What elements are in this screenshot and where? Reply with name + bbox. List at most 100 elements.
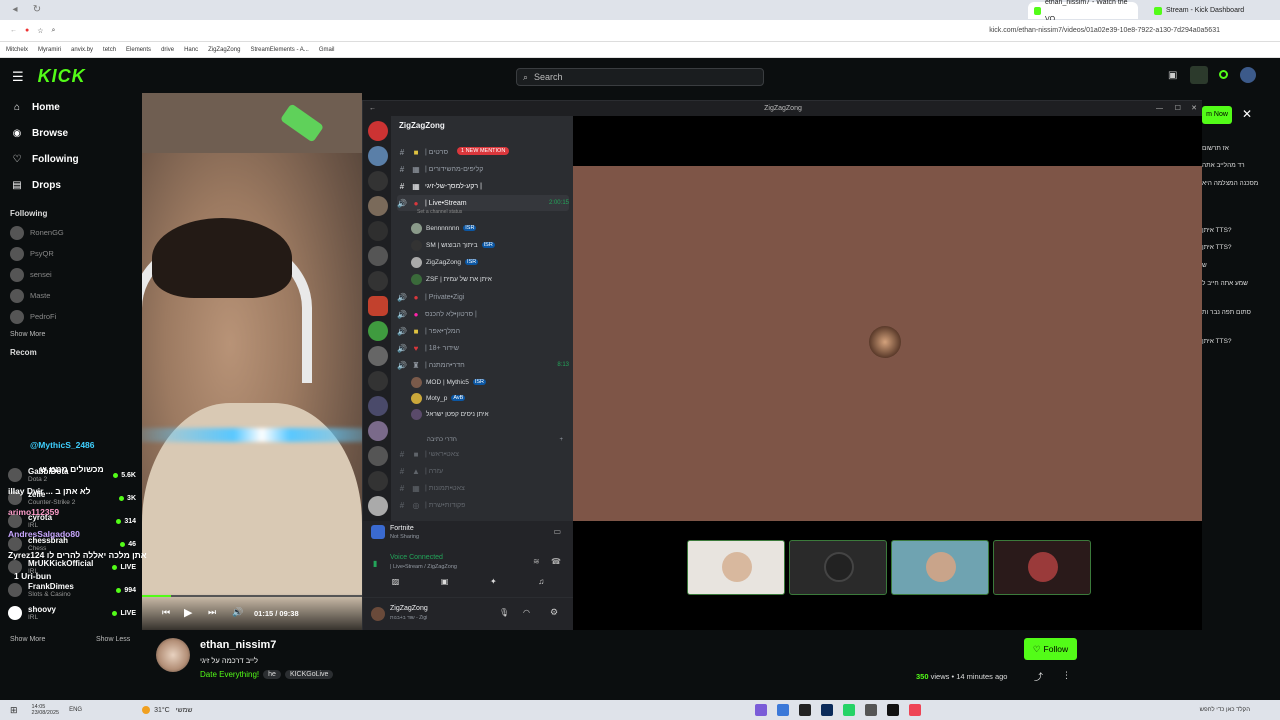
show-less-button[interactable]: Show Less (96, 636, 130, 643)
gift-icon[interactable]: ▣ (1168, 70, 1177, 81)
server-icon[interactable] (368, 496, 388, 516)
channel-item[interactable]: # ◎ | פקודות•שרת (397, 497, 569, 513)
minimize-icon[interactable]: — (1156, 101, 1163, 116)
browser-tab-active[interactable]: ethan_nissim7 - Watch the VO... (1028, 0, 1138, 23)
screen-share-icon[interactable]: ▣ (441, 577, 449, 591)
server-icon[interactable] (368, 271, 388, 291)
kick-logo[interactable]: KICK (38, 66, 86, 87)
weather-temp[interactable]: 31°C (154, 707, 170, 714)
app-icon[interactable] (886, 704, 899, 716)
app-icon[interactable] (820, 704, 833, 716)
participant-tile[interactable] (789, 540, 887, 595)
participant-tile[interactable] (687, 540, 785, 595)
app-icon[interactable] (864, 704, 877, 716)
menu-icon[interactable]: ☰ (12, 69, 24, 85)
voice-user[interactable]: SM | ביתוך הבוצוש ISR (411, 237, 495, 253)
noise-icon[interactable]: ≋ (533, 557, 540, 566)
bookmark[interactable]: Gmail (319, 47, 335, 53)
channel-item[interactable]: # ▦ | צאט•תמונות (397, 480, 569, 496)
channel-item[interactable]: # ▦ רקע-למסך-של-זיגי | (397, 178, 569, 194)
reload-icon[interactable]: ↻ (30, 3, 44, 17)
close-icon[interactable]: ✕ (1242, 107, 1252, 121)
app-icon[interactable] (908, 704, 921, 716)
bookmark[interactable]: tetch (103, 47, 116, 53)
server-icon[interactable] (368, 221, 388, 241)
follow-button[interactable]: ♡ Follow (1024, 638, 1077, 660)
search-input[interactable]: ⌕ Search (516, 68, 764, 86)
dashboard-icon[interactable] (1190, 66, 1208, 84)
back-arrow-icon[interactable]: ← (369, 101, 376, 116)
share-icon[interactable]: ⤴ (1034, 670, 1043, 683)
disconnect-icon[interactable]: ☎ (551, 557, 561, 566)
channel-item[interactable]: # ▦ | קליפים-מהשידורים (397, 161, 569, 177)
add-channel-icon[interactable]: + (559, 437, 563, 443)
channel-item[interactable]: 🔊 ● סרטון•לא להכנס | (397, 306, 569, 322)
server-icon[interactable] (368, 446, 388, 466)
server-name[interactable]: ZigZagZong (399, 121, 445, 130)
progress-track[interactable] (142, 595, 362, 597)
show-more-button[interactable]: Show More (10, 636, 45, 643)
headphones-icon[interactable]: ◠ (523, 608, 530, 617)
following-item[interactable]: RonenGG (0, 222, 142, 243)
server-icon[interactable] (368, 346, 388, 366)
nav-home[interactable]: ⌂ Home (0, 94, 142, 120)
bookmark[interactable]: Myramiri (38, 47, 61, 53)
bookmark[interactable]: ZigZagZong (208, 47, 240, 53)
speaker-avatar[interactable] (869, 326, 901, 358)
channel-item[interactable]: 🔊 ♜ | חדר•המתנה 8:13 (397, 357, 569, 373)
channel-item[interactable]: zelie Counter-Strike 2 3K (8, 488, 136, 508)
following-item[interactable]: PsyQR (0, 243, 142, 264)
bookmark[interactable]: Mitchelx (6, 47, 28, 53)
app-icon[interactable] (842, 704, 855, 716)
channel-item[interactable]: 🔊 ♥ | 18+ שידור (397, 340, 569, 356)
server-icon[interactable] (368, 246, 388, 266)
voice-user[interactable]: Moty_p AvB (411, 390, 466, 406)
screen-share-icon[interactable]: ▭ (553, 527, 561, 536)
star-icon[interactable]: ☆ (37, 27, 43, 35)
bookmark[interactable]: Elements (126, 47, 151, 53)
channel-item[interactable]: GabbiDota Dota 2 5.6K (8, 465, 136, 485)
following-item[interactable]: Maste (0, 285, 142, 306)
discord-username[interactable]: ZigZagZong (390, 605, 428, 612)
participant-tile[interactable] (993, 540, 1091, 595)
channel-item[interactable]: # ■ | צאט•ראשי (397, 446, 569, 462)
tag-chip[interactable]: he (263, 670, 281, 679)
nav-drops[interactable]: ▤ Drops (0, 172, 142, 198)
server-icon[interactable] (368, 146, 388, 166)
back-arrow-icon[interactable]: ← (10, 27, 17, 34)
settings-icon[interactable]: ⚙ (550, 607, 558, 618)
streamer-name[interactable]: ethan_nissim7 (200, 639, 276, 651)
channel-item[interactable]: 🔊 ● | Private•Zigi (397, 289, 569, 305)
voice-user[interactable]: ZSF | איתן את של עמית (411, 271, 492, 287)
channel-item[interactable]: chessbrah Chess 46 (8, 534, 136, 554)
zoom-icon[interactable]: ⌕ (52, 27, 56, 35)
bookmark[interactable]: StreamElements - A... (250, 47, 308, 53)
server-icon[interactable] (368, 171, 388, 191)
app-icon[interactable] (776, 704, 789, 716)
forward-icon[interactable]: ⏭ (208, 607, 216, 618)
subscribe-button[interactable]: m Now (1202, 106, 1232, 124)
category-link[interactable]: Date Everything! (200, 670, 259, 679)
voice-user[interactable]: MOD | Mythic5 ISR (411, 374, 487, 390)
following-item[interactable]: PedroFi (0, 306, 142, 327)
server-icon[interactable] (368, 321, 388, 341)
microphone-icon[interactable]: 🎙 (499, 608, 509, 617)
voice-user[interactable]: Bennnnnnn ISR (411, 220, 477, 236)
play-icon[interactable]: ▶ (184, 606, 192, 619)
server-icon[interactable] (368, 471, 388, 491)
server-icon[interactable] (368, 371, 388, 391)
bookmark[interactable]: drive (161, 47, 174, 53)
close-icon[interactable]: ✕ (1191, 101, 1197, 116)
channel-item[interactable]: 🔊 ■ | המלך•אפר (397, 323, 569, 339)
app-icon[interactable] (754, 704, 767, 716)
url-field[interactable]: kick.com/ethan-nissim7/videos/01a02e39-1… (989, 27, 1220, 34)
more-options-icon[interactable]: ⋮ (1062, 670, 1071, 681)
voice-user[interactable]: איתן ניסים קפטן ישראל (411, 406, 489, 422)
language-indicator[interactable]: ENG (69, 707, 82, 713)
avatar[interactable] (1240, 67, 1256, 83)
back-icon[interactable]: ◂ (8, 3, 22, 17)
server-icon[interactable] (368, 396, 388, 416)
app-icon[interactable] (798, 704, 811, 716)
start-icon[interactable]: ⊞ (10, 705, 18, 716)
server-icon[interactable] (368, 421, 388, 441)
